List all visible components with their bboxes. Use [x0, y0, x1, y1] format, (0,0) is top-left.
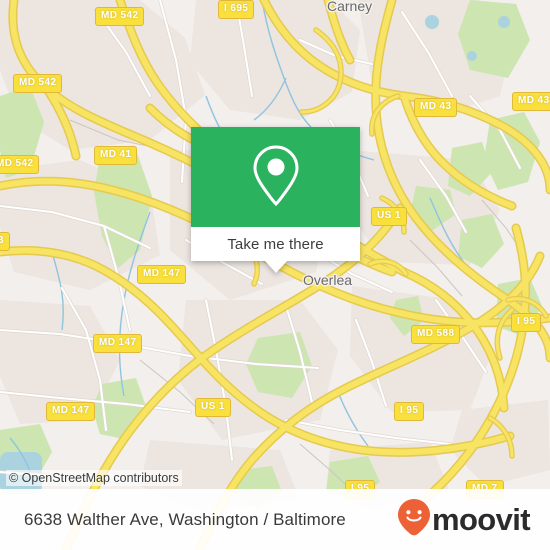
place-label-overlea: Overlea: [303, 272, 353, 288]
road-shield-md-43: MD 43: [512, 92, 550, 111]
location-callout-card[interactable]: Take me there: [191, 127, 360, 273]
road-shield-md-43: MD 43: [414, 98, 458, 117]
road-shield-md-588: MD 588: [411, 325, 461, 344]
callout-action-bar[interactable]: Take me there: [191, 227, 360, 273]
road-shield-partial: 3: [0, 232, 10, 251]
road-shield-md-147: MD 147: [46, 402, 96, 421]
road-shield-md-41: MD 41: [94, 146, 138, 165]
road-shield-md-542: MD 542: [13, 74, 63, 93]
place-label-carney: Carney: [327, 0, 373, 14]
callout-icon-area: [191, 127, 360, 227]
callout-pointer-tail: [264, 261, 287, 273]
take-me-there-label: Take me there: [227, 235, 324, 253]
road-shield-md-542: MD 542: [95, 7, 145, 26]
map-canvas[interactable]: .landuse-res { fill:#ece5e0; } .landuse-…: [0, 0, 550, 550]
moovit-wordmark: moovit: [431, 502, 531, 537]
road-shield-i-695: I 695: [218, 0, 255, 19]
bottom-info-bar: 6638 Walther Ave, Washington / Baltimore…: [0, 489, 550, 550]
moovit-brand[interactable]: moovit: [397, 498, 531, 541]
moovit-pin-smiley-icon: [397, 498, 431, 541]
road-shield-i-95: I 95: [511, 313, 542, 332]
map-attribution[interactable]: © OpenStreetMap contributors: [6, 470, 182, 486]
road-shield-md-147: MD 147: [137, 265, 187, 284]
road-shield-md-542: MD 542: [0, 155, 40, 174]
map-vector-layer: .landuse-res { fill:#ece5e0; } .landuse-…: [0, 0, 550, 550]
map-screen: .landuse-res { fill:#ece5e0; } .landuse-…: [0, 0, 550, 550]
map-pin-icon: [250, 143, 302, 212]
road-shield-i-95: I 95: [394, 402, 425, 421]
address-title: 6638 Walther Ave, Washington / Baltimore: [24, 509, 346, 529]
road-shield-us-1: US 1: [195, 398, 231, 417]
road-shield-md-147: MD 147: [93, 334, 143, 353]
road-shield-us-1: US 1: [371, 207, 407, 226]
